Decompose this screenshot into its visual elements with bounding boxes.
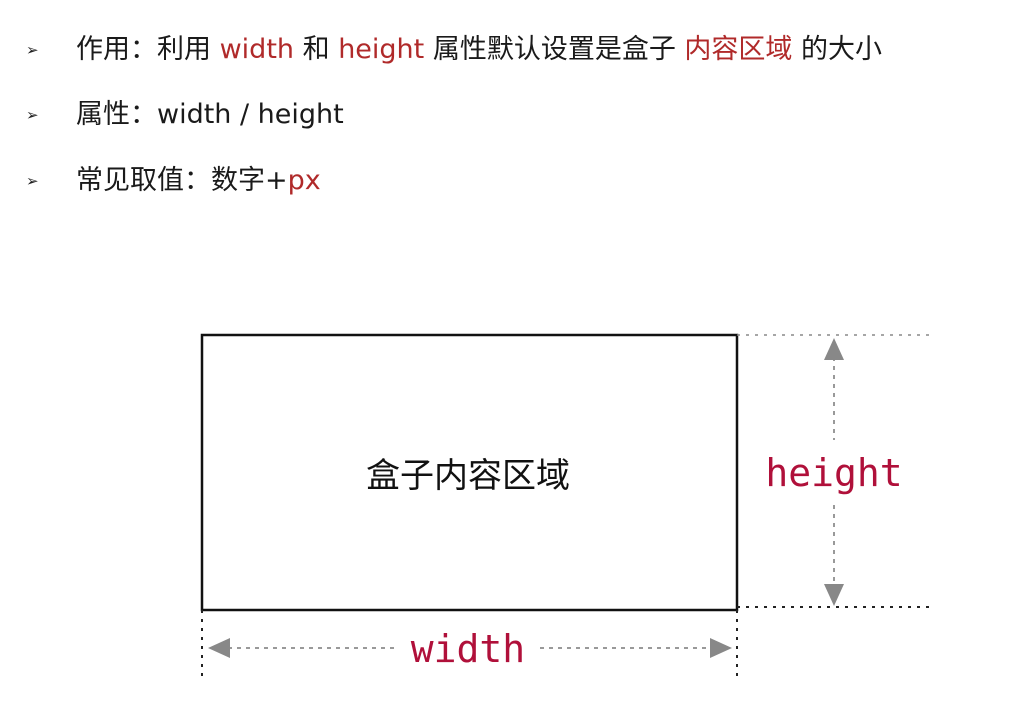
height-label: height <box>765 451 902 495</box>
box-model-diagram: 盒子内容区域 height width <box>200 333 935 682</box>
width-label: width <box>411 627 525 671</box>
arrow-up-icon <box>824 338 844 360</box>
arrow-down-icon <box>824 584 844 606</box>
arrow-right-icon <box>710 638 732 658</box>
content-area-label: 盒子内容区域 <box>366 456 570 496</box>
arrow-left-icon <box>208 638 230 658</box>
